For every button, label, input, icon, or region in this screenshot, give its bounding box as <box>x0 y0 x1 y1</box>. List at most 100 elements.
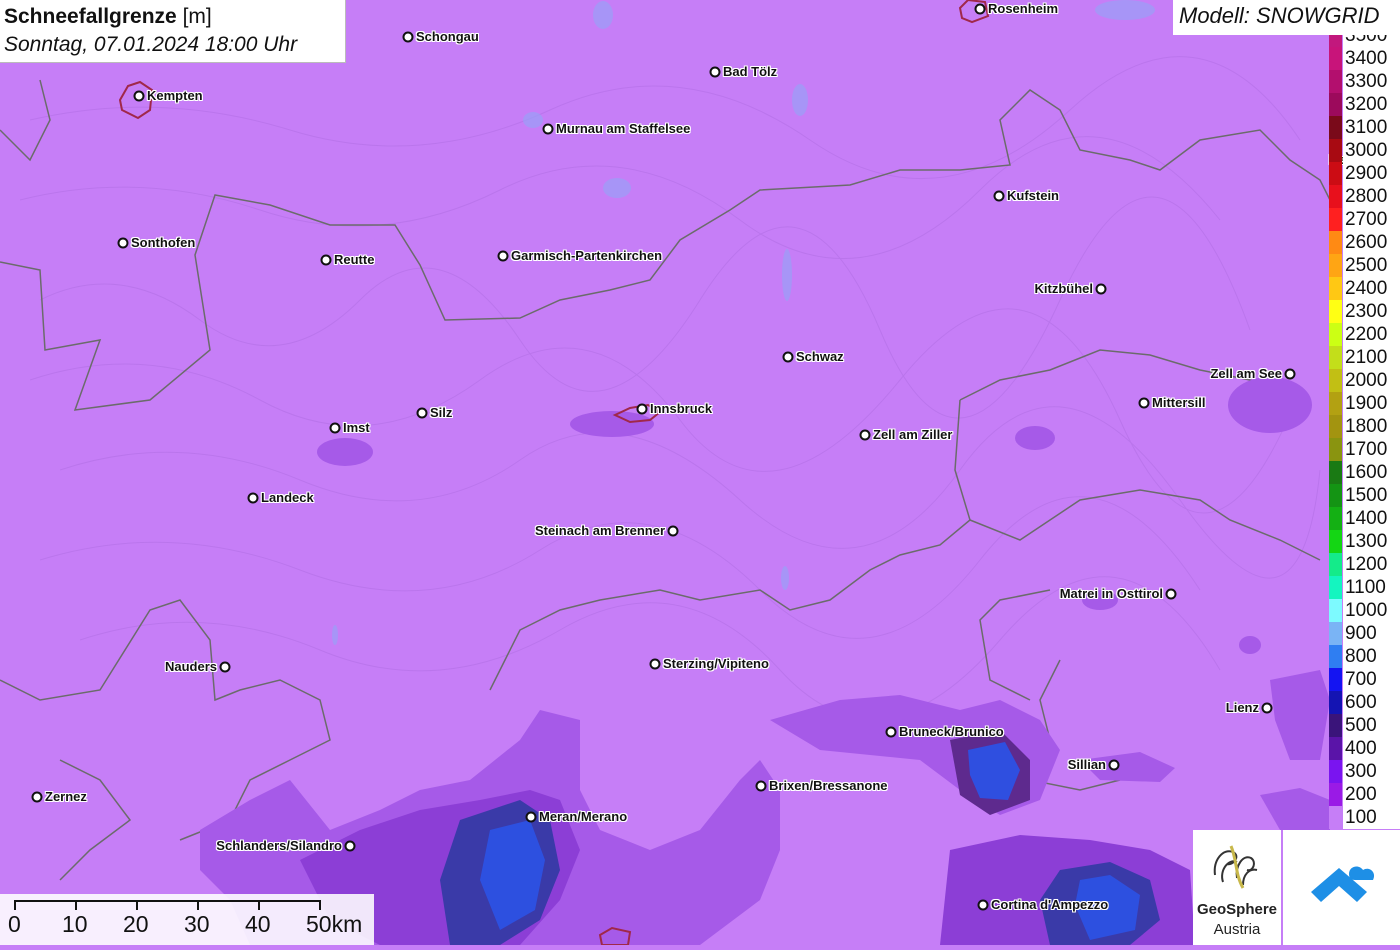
legend-swatch <box>1329 162 1342 185</box>
legend-label: 200 <box>1343 783 1400 806</box>
geosphere-logo-line2: Austria <box>1213 921 1261 938</box>
legend-row: 100 <box>1329 806 1400 829</box>
city-dot-icon <box>649 658 661 670</box>
city-dot-icon <box>993 190 1005 202</box>
city-dot-icon <box>542 123 554 135</box>
geosphere-logo[interactable]: GeoSphere Austria <box>1193 830 1281 945</box>
city-dot-icon <box>1108 759 1120 771</box>
city-dot-icon <box>782 351 794 363</box>
city-label: Schongau <box>416 29 479 44</box>
legend-swatch <box>1329 714 1342 737</box>
city-label: Imst <box>343 420 370 435</box>
scale-label: 30 <box>184 911 210 937</box>
legend-label: 1600 <box>1343 461 1400 484</box>
legend-row: 2600 <box>1329 231 1400 254</box>
scale-label: 40 <box>245 911 271 937</box>
scale-label: 0 <box>8 911 21 937</box>
color-legend: 3500 3400 3300 3200 3100 3000 2900 2800 2700 2600… <box>1329 35 1400 830</box>
legend-swatch <box>1329 783 1342 806</box>
legend-label: 1800 <box>1343 415 1400 438</box>
city-dot-icon <box>1284 368 1296 380</box>
legend-swatch <box>1329 231 1342 254</box>
legend-swatch <box>1329 530 1342 553</box>
city-dot-icon <box>320 254 332 266</box>
city-dot-icon <box>117 237 129 249</box>
legend-swatch <box>1329 346 1342 369</box>
legend-row: 2700 <box>1329 208 1400 231</box>
legend-label: 3000 <box>1343 139 1400 162</box>
legend-row: 300 <box>1329 760 1400 783</box>
legend-row: 1300 <box>1329 530 1400 553</box>
legend-label: 2400 <box>1343 277 1400 300</box>
legend-row: 500 <box>1329 714 1400 737</box>
city-label: Zell am Ziller <box>873 427 953 442</box>
city-dot-icon <box>667 525 679 537</box>
legend-swatch <box>1329 645 1342 668</box>
city-label: Sillian <box>1067 757 1106 772</box>
city-label: Schwaz <box>796 349 844 364</box>
legend-row: 2400 <box>1329 277 1400 300</box>
legend-label: 3200 <box>1343 93 1400 116</box>
scale-tick <box>319 900 321 910</box>
city-dot-icon <box>344 840 356 852</box>
legend-label: 3400 <box>1343 47 1400 70</box>
legend-row: 1900 <box>1329 392 1400 415</box>
legend-label: 1900 <box>1343 392 1400 415</box>
city-label: Garmisch-Partenkirchen <box>511 248 663 263</box>
legend-label: 300 <box>1343 760 1400 783</box>
map-title-panel: Schneefallgrenze [m] Sonntag, 07.01.2024… <box>0 0 346 63</box>
legend-label: 2500 <box>1343 254 1400 277</box>
legend-label: 800 <box>1343 645 1400 668</box>
city-label: Lienz <box>1225 700 1259 715</box>
legend-label: 600 <box>1343 691 1400 714</box>
city-label: Rosenheim <box>988 1 1059 16</box>
legend-label: 900 <box>1343 622 1400 645</box>
scale-bar-line <box>14 900 321 902</box>
legend-swatch <box>1329 70 1342 93</box>
scale-tick <box>14 900 16 910</box>
city-label: Bruneck/Brunico <box>899 724 1004 739</box>
scale-label: 20 <box>123 911 149 937</box>
legend-row: 700 <box>1329 668 1400 691</box>
city-label: Steinach am Brenner <box>534 523 665 538</box>
legend-swatch <box>1329 691 1342 714</box>
legend-row: 200 <box>1329 783 1400 806</box>
legend-swatch <box>1329 208 1342 231</box>
legend-row: 2900 <box>1329 162 1400 185</box>
legend-label: 2900 <box>1343 162 1400 185</box>
legend-row: 900 <box>1329 622 1400 645</box>
city-dot-icon <box>402 31 414 43</box>
legend-row: 1200 <box>1329 553 1400 576</box>
legend-swatch <box>1329 461 1342 484</box>
legend-label: 2100 <box>1343 346 1400 369</box>
legend-label: 2200 <box>1343 323 1400 346</box>
scale-tick <box>136 900 138 910</box>
legend-row: 3000 <box>1329 139 1400 162</box>
legend-swatch <box>1329 668 1342 691</box>
city-label: Schlanders/Silandro <box>216 838 342 853</box>
city-dot-icon <box>31 791 43 803</box>
city-dot-icon <box>977 899 989 911</box>
city-dot-icon <box>755 780 767 792</box>
city-label: Kufstein <box>1007 188 1059 203</box>
snowfall-map[interactable] <box>0 0 1400 945</box>
legend-swatch <box>1329 300 1342 323</box>
city-dot-icon <box>1138 397 1150 409</box>
snow-app-logo[interactable] <box>1283 830 1400 945</box>
scale-tick <box>258 900 260 910</box>
title-text: Schneefallgrenze <box>4 5 177 28</box>
legend-swatch <box>1329 599 1342 622</box>
scale-label: 50km <box>306 911 363 937</box>
city-label: Reutte <box>334 252 375 267</box>
city-dot-icon <box>247 492 259 504</box>
legend-row: 3100 <box>1329 116 1400 139</box>
city-dot-icon <box>219 661 231 673</box>
city-label: Mittersill <box>1152 395 1206 410</box>
legend-swatch <box>1329 622 1342 645</box>
scale-label: 10 <box>62 911 88 937</box>
snow-cloud-icon <box>1311 866 1375 902</box>
city-label: Meran/Merano <box>539 809 628 824</box>
legend-label: 2300 <box>1343 300 1400 323</box>
legend-swatch <box>1329 484 1342 507</box>
city-label: Innsbruck <box>650 401 713 416</box>
